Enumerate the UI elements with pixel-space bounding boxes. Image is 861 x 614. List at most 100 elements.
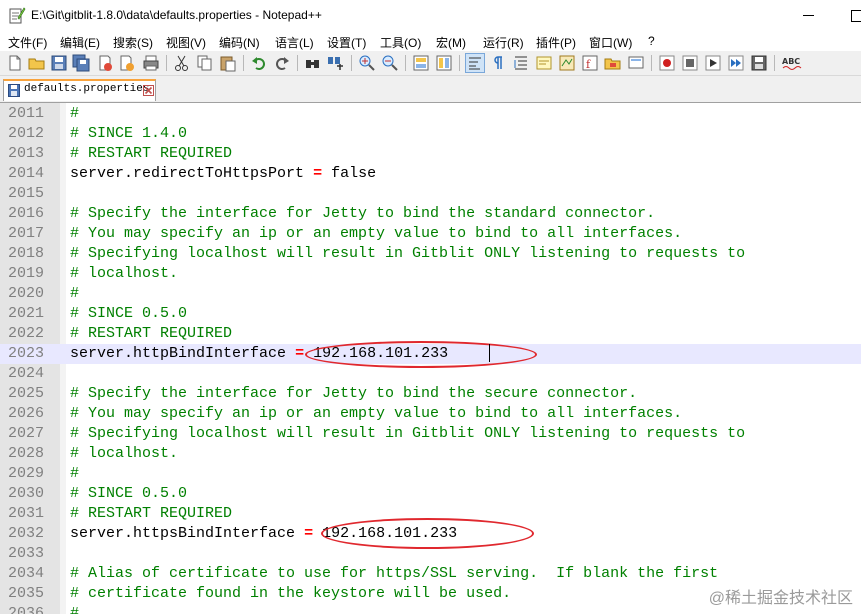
cut-icon[interactable] — [173, 54, 191, 72]
menu-file[interactable]: 文件(F) — [8, 34, 47, 51]
code-line[interactable]: 2011 # — [0, 104, 861, 124]
zoom-in-icon[interactable] — [358, 54, 376, 72]
line-number: 2015 — [8, 185, 45, 202]
menu-window[interactable]: 窗口(W) — [589, 34, 632, 51]
code-line[interactable]: 2030 # SINCE 0.5.0 — [0, 484, 861, 504]
line-content: # RESTART REQUIRED — [70, 504, 232, 524]
code-line[interactable]: 2015 — [0, 184, 861, 204]
indent-guide-icon[interactable] — [512, 54, 530, 72]
line-number: 2026 — [8, 405, 45, 422]
code-line[interactable]: 2016 # Specify the interface for Jetty to… — [0, 204, 861, 224]
toolbar-separator — [166, 55, 167, 71]
function-list-icon[interactable]: f — [581, 54, 599, 72]
word-wrap-icon[interactable] — [465, 53, 485, 73]
editor-area[interactable]: 2011 #2012 # SINCE 1.4.0 2013 # RESTART REQU… — [0, 103, 861, 614]
menu-bar: 文件(F) 编辑(E) 搜索(S) 视图(V) 编码(N) 语言(L) 设置(T… — [0, 31, 861, 51]
saved-file-icon — [8, 84, 20, 97]
close-file-icon[interactable] — [96, 54, 114, 72]
code-line[interactable]: 2034 # Alias of certificate to use for ht… — [0, 564, 861, 584]
macro-record-icon[interactable] — [658, 54, 676, 72]
line-number: 2025 — [8, 385, 45, 402]
menu-encoding[interactable]: 编码(N) — [219, 34, 260, 51]
line-number: 2034 — [8, 565, 45, 582]
monitoring-icon[interactable] — [627, 54, 645, 72]
code-line[interactable]: 2020 # — [0, 284, 861, 304]
menu-language[interactable]: 语言(L) — [275, 34, 314, 51]
property-key: server.httpBindInterface — [70, 345, 287, 362]
code-line[interactable]: 2014 server.redirectToHttpsPort = false — [0, 164, 861, 184]
copy-icon[interactable] — [196, 54, 214, 72]
line-number: 2033 — [8, 545, 45, 562]
line-number: 2027 — [8, 425, 45, 442]
minimize-icon — [803, 15, 814, 16]
menu-view[interactable]: 视图(V) — [166, 34, 206, 51]
spell-check-icon[interactable]: ABC — [781, 54, 803, 72]
macro-stop-icon[interactable] — [681, 54, 699, 72]
menu-run[interactable]: 运行(R) — [483, 34, 524, 51]
menu-edit[interactable]: 编辑(E) — [60, 34, 100, 51]
menu-tools[interactable]: 工具(O) — [380, 34, 421, 51]
sync-vertical-icon[interactable] — [412, 54, 430, 72]
toolbar-separator — [405, 55, 406, 71]
code-line[interactable]: 2017 # You may specify an ip or an empty … — [0, 224, 861, 244]
comment-text: # — [70, 285, 80, 302]
new-file-icon[interactable] — [6, 54, 24, 72]
line-number: 2013 — [8, 145, 45, 162]
line-number: 2028 — [8, 445, 45, 462]
text-cursor — [489, 344, 490, 362]
paste-icon[interactable] — [219, 54, 237, 72]
code-line[interactable]: 2019 # localhost. — [0, 264, 861, 284]
line-number: 2029 — [8, 465, 45, 482]
comment-text: # — [70, 605, 80, 614]
line-content: # You may specify an ip or an empty valu… — [70, 224, 682, 244]
sync-horizontal-icon[interactable] — [435, 54, 453, 72]
code-line[interactable]: 2029 # — [0, 464, 861, 484]
save-icon[interactable] — [50, 54, 68, 72]
minimize-button[interactable] — [786, 0, 832, 31]
line-content: # localhost. — [70, 264, 178, 284]
menu-settings[interactable]: 设置(T) — [327, 34, 366, 51]
comment-text: # localhost. — [70, 265, 179, 282]
user-defined-language-icon[interactable] — [535, 54, 553, 72]
code-line[interactable]: 2018 # Specifying localhost will result i… — [0, 244, 861, 264]
find-icon[interactable] — [304, 54, 322, 72]
zoom-out-icon[interactable] — [381, 54, 399, 72]
comment-text: # Specify the interface for Jetty to bin… — [70, 205, 656, 222]
menu-help[interactable]: ? — [648, 34, 655, 48]
code-line[interactable]: 2012 # SINCE 1.4.0 — [0, 124, 861, 144]
comment-text: # Specify the interface for Jetty to bin… — [70, 385, 638, 402]
replace-icon[interactable] — [327, 54, 345, 72]
tab-defaults-properties[interactable]: defaults.properties — [3, 79, 156, 101]
assignment-operator: = — [304, 525, 314, 542]
document-map-icon[interactable] — [558, 54, 576, 72]
line-content: # — [70, 464, 79, 484]
print-icon[interactable] — [142, 54, 160, 72]
line-content: # SINCE 0.5.0 — [70, 484, 187, 504]
tab-close-button[interactable] — [143, 85, 154, 96]
macro-play-multiple-icon[interactable] — [727, 54, 745, 72]
toolbar-separator — [297, 55, 298, 71]
code-line[interactable]: 2025 # Specify the interface for Jetty to… — [0, 384, 861, 404]
code-line[interactable]: 2021 # SINCE 0.5.0 — [0, 304, 861, 324]
code-line[interactable]: 2027 # Specifying localhost will result i… — [0, 424, 861, 444]
macro-save-icon[interactable] — [750, 54, 768, 72]
menu-search[interactable]: 搜索(S) — [113, 34, 153, 51]
close-all-icon[interactable] — [118, 54, 136, 72]
line-content: # — [70, 604, 79, 614]
save-all-icon[interactable] — [72, 54, 90, 72]
line-number: 2012 — [8, 125, 45, 142]
code-line[interactable]: 2028 # localhost. — [0, 444, 861, 464]
undo-icon[interactable] — [250, 54, 268, 72]
code-line[interactable]: 2026 # You may specify an ip or an empty … — [0, 404, 861, 424]
folder-as-workspace-icon[interactable] — [604, 54, 622, 72]
open-folder-icon[interactable] — [28, 54, 46, 72]
code-line[interactable]: 2013 # RESTART REQUIRED — [0, 144, 861, 164]
redo-icon[interactable] — [273, 54, 291, 72]
menu-macro[interactable]: 宏(M) — [436, 34, 466, 51]
maximize-button[interactable] — [832, 0, 861, 31]
assignment-operator: = — [295, 345, 305, 362]
macro-play-icon[interactable] — [704, 54, 722, 72]
menu-plugins[interactable]: 插件(P) — [536, 34, 576, 51]
line-number: 2022 — [8, 325, 45, 342]
show-all-characters-icon[interactable] — [489, 54, 507, 72]
